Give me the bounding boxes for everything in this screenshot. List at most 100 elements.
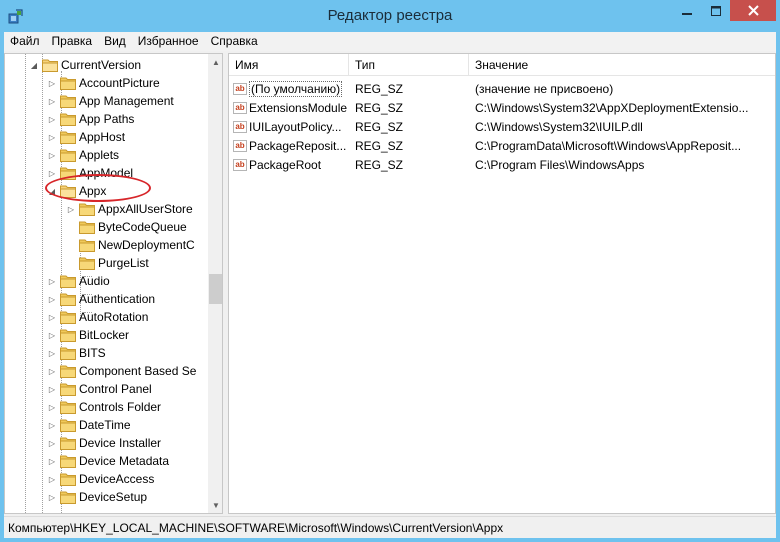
string-value-icon: ab (233, 158, 247, 171)
string-value-icon: ab (233, 120, 247, 133)
tree-node[interactable]: ByteCodeQueue (66, 218, 187, 236)
title-bar[interactable]: Редактор реестра (0, 0, 780, 32)
value-type-cell: REG_SZ (355, 100, 404, 115)
tree-node[interactable]: ◢ CurrentVersion (29, 56, 141, 74)
key-tree-pane[interactable]: ◢ CurrentVersion ▷ AccountPicture ▷ App Manag… (4, 53, 223, 514)
collapse-arrow-icon[interactable]: ◢ (29, 56, 39, 74)
menu-help[interactable]: Справка (205, 32, 264, 51)
expand-arrow-icon (66, 236, 76, 254)
value-type-cell: REG_SZ (355, 157, 404, 172)
tree-node-label: NewDeploymentC (98, 238, 195, 252)
menu-favorites[interactable]: Избранное (132, 32, 205, 51)
expand-arrow-icon[interactable]: ▷ (47, 92, 57, 110)
expand-arrow-icon[interactable]: ▷ (47, 128, 57, 146)
minimize-button[interactable] (672, 0, 702, 21)
tree-node[interactable]: ▷ App Paths (47, 110, 134, 128)
value-data-cell: C:\ProgramData\Microsoft\Windows\AppRepo… (475, 138, 742, 153)
tree-node[interactable]: ▷ Component Based Se (47, 362, 196, 380)
expand-arrow-icon[interactable]: ▷ (47, 434, 57, 452)
expand-arrow-icon[interactable]: ▷ (47, 308, 57, 326)
tree-node[interactable]: ▷ Audio (47, 272, 110, 290)
folder-icon (60, 400, 76, 414)
value-row[interactable]: ab ExtensionsModule REG_SZ C:\Windows\Syste… (229, 98, 769, 117)
expand-arrow-icon[interactable]: ▷ (47, 74, 57, 92)
tree-node-label: Applets (79, 148, 120, 162)
tree-node[interactable]: ▷ Control Panel (47, 380, 152, 398)
expand-arrow-icon[interactable]: ▷ (47, 470, 57, 488)
tree-node-label: Component Based Se (79, 364, 197, 378)
scroll-down-arrow-icon[interactable]: ▼ (208, 497, 222, 513)
value-name: PackageRoot (249, 157, 322, 172)
tree-node[interactable]: ▷ BitLocker (47, 326, 129, 344)
expand-arrow-icon[interactable]: ▷ (47, 380, 57, 398)
tree-node-label: Control Panel (79, 382, 152, 396)
folder-icon (60, 418, 76, 432)
tree-node[interactable]: ▷ AppxAllUserStore (66, 200, 193, 218)
tree-node[interactable]: ▷ AppHost (47, 128, 125, 146)
close-icon (747, 5, 759, 16)
tree-node[interactable]: ▷ Device Installer (47, 434, 161, 452)
maximize-button[interactable] (702, 0, 730, 21)
expand-arrow-icon[interactable]: ▷ (47, 146, 57, 164)
close-button[interactable] (730, 0, 776, 21)
expand-arrow-icon[interactable]: ▷ (47, 272, 57, 290)
tree-node-label: DeviceAccess (79, 472, 155, 486)
tree-node[interactable]: ▷ BITS (47, 344, 106, 362)
tree-node[interactable]: ▷ Applets (47, 146, 119, 164)
tree-node-label: BITS (79, 346, 106, 360)
value-row[interactable]: ab PackageRoot REG_SZ C:\Program Files\Wind… (229, 155, 769, 174)
expand-arrow-icon[interactable]: ▷ (47, 344, 57, 362)
expand-arrow-icon[interactable]: ▷ (47, 110, 57, 128)
tree-node[interactable]: ▷ Device Metadata (47, 452, 169, 470)
expand-arrow-icon[interactable]: ▷ (47, 290, 57, 308)
expand-arrow-icon[interactable]: ▷ (47, 362, 57, 380)
expand-arrow-icon (66, 254, 76, 272)
column-header-name[interactable]: Имя (229, 54, 349, 76)
tree-node[interactable]: PurgeList (66, 254, 149, 272)
expand-arrow-icon[interactable]: ▷ (66, 200, 76, 218)
expand-arrow-icon[interactable]: ▷ (47, 398, 57, 416)
tree-node-label: DeviceSetup (79, 490, 148, 504)
string-value-icon: ab (233, 82, 247, 95)
expand-arrow-icon[interactable]: ▷ (47, 488, 57, 506)
column-header-type[interactable]: Тип (349, 54, 469, 76)
folder-icon (60, 346, 76, 360)
value-type-cell: REG_SZ (355, 81, 404, 96)
folder-icon (60, 328, 76, 342)
tree-node[interactable]: NewDeploymentC (66, 236, 195, 254)
menu-edit[interactable]: Правка (46, 32, 99, 51)
tree-node[interactable]: ▷ Authentication (47, 290, 155, 308)
folder-icon (60, 148, 76, 162)
expand-arrow-icon[interactable]: ▷ (47, 326, 57, 344)
tree-node-label: AppHost (79, 130, 126, 144)
value-row[interactable]: ab PackageReposit... REG_SZ C:\ProgramData\… (229, 136, 769, 155)
tree-node-label: CurrentVersion (61, 58, 142, 72)
tree-vertical-scrollbar[interactable]: ▲ ▼ (208, 54, 222, 513)
values-list-pane[interactable]: Имя Тип Значение ab (По умолчанию) REG_SZ(… (228, 53, 776, 514)
column-header-data[interactable]: Значение (469, 54, 745, 76)
folder-icon (60, 112, 76, 126)
scroll-thumb[interactable] (209, 274, 222, 304)
folder-icon (60, 292, 76, 306)
red-highlight-ellipse (45, 174, 151, 202)
value-row[interactable]: ab IUILayoutPolicy... REG_SZ C:\Windows\Sys… (229, 117, 769, 136)
expand-arrow-icon[interactable]: ▷ (47, 452, 57, 470)
value-data-cell: C:\Program Files\WindowsApps (475, 157, 645, 172)
tree-node[interactable]: ▷ AutoRotation (47, 308, 148, 326)
tree-node[interactable]: ▷ DeviceSetup (47, 488, 147, 506)
tree-node[interactable]: ▷ Controls Folder (47, 398, 161, 416)
status-path: Компьютер\HKEY_LOCAL_MACHINE\SOFTWARE\Mi… (8, 521, 504, 535)
tree-node[interactable]: ▷ DateTime (47, 416, 131, 434)
menu-file[interactable]: Файл (4, 32, 46, 51)
tree-node[interactable]: ▷ App Management (47, 92, 174, 110)
minimize-icon (682, 12, 692, 15)
maximize-icon (711, 5, 721, 16)
tree-node[interactable]: ▷ AccountPicture (47, 74, 160, 92)
scroll-up-arrow-icon[interactable]: ▲ (208, 54, 222, 70)
expand-arrow-icon[interactable]: ▷ (47, 416, 57, 434)
menu-view[interactable]: Вид (98, 32, 132, 51)
folder-icon (60, 274, 76, 288)
value-name: (По умолчанию) (249, 80, 343, 97)
tree-node[interactable]: ▷ DeviceAccess (47, 470, 154, 488)
value-row[interactable]: ab (По умолчанию) REG_SZ (значение не присв… (229, 79, 769, 98)
